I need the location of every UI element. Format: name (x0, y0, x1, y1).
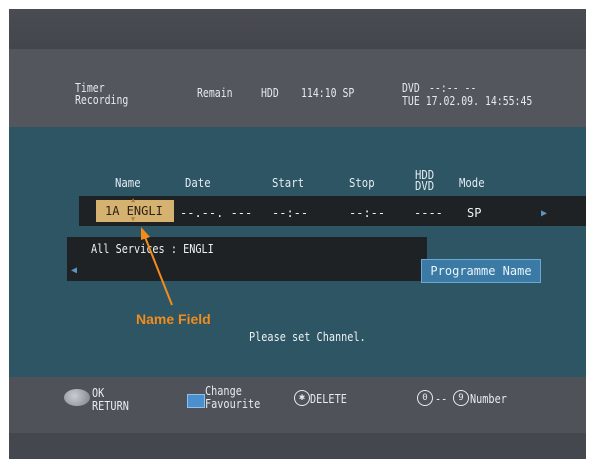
tv-screen: Timer Recording Remain HDD 114:10 SP DVD… (9, 9, 586, 459)
annotation-arrow-icon (141, 227, 173, 306)
name-field-annotation: Name Field (136, 311, 211, 327)
